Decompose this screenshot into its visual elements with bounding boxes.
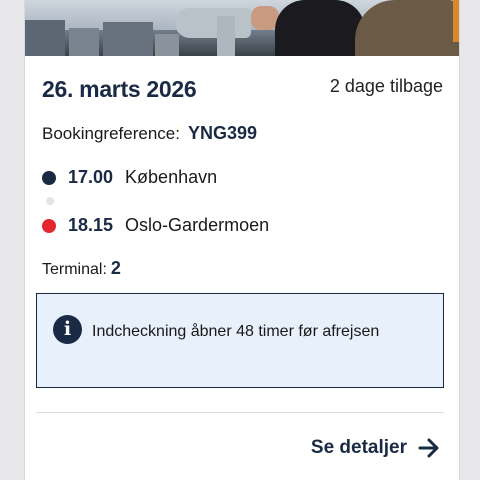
booking-reference-label: Bookingreference: bbox=[42, 124, 180, 143]
flight-date: 26. marts 2026 bbox=[42, 76, 197, 102]
checkin-info-text: Indcheckning åbner 48 timer før afrejsen bbox=[92, 323, 380, 340]
departure-city: København bbox=[125, 167, 218, 187]
terminal-value: 2 bbox=[110, 258, 121, 278]
booking-reference: Bookingreference: YNG399 bbox=[42, 123, 257, 144]
arrival-dot-icon bbox=[42, 218, 56, 233]
info-icon: i bbox=[53, 315, 82, 344]
see-details-label: Se detaljer bbox=[310, 437, 407, 458]
route-connector-icon bbox=[46, 197, 54, 205]
booking-card: 26. marts 2026 2 dage tilbage Bookingref… bbox=[24, 0, 460, 480]
departure-time: 17.00 bbox=[68, 167, 114, 187]
booking-reference-value: YNG399 bbox=[187, 123, 258, 143]
relative-date: 2 dage tilbage bbox=[329, 76, 443, 96]
divider bbox=[36, 412, 444, 413]
terminal-label: Terminal: bbox=[42, 261, 107, 278]
arrival-city: Oslo-Gardermoen bbox=[125, 215, 270, 235]
arrow-right-icon bbox=[418, 438, 439, 458]
departure-dot-icon bbox=[42, 170, 56, 185]
terminal-info: Terminal: 2 bbox=[42, 258, 121, 279]
arrival-stop: 18.15 Oslo-Gardermoen bbox=[42, 215, 269, 236]
checkin-info-box: i Indcheckning åbner 48 timer før afrejs… bbox=[36, 293, 444, 388]
arrival-time: 18.15 bbox=[68, 215, 114, 235]
departure-stop: 17.00 København bbox=[42, 167, 217, 188]
see-details-link[interactable]: Se detaljer bbox=[311, 436, 441, 460]
destination-photo bbox=[25, 0, 459, 56]
